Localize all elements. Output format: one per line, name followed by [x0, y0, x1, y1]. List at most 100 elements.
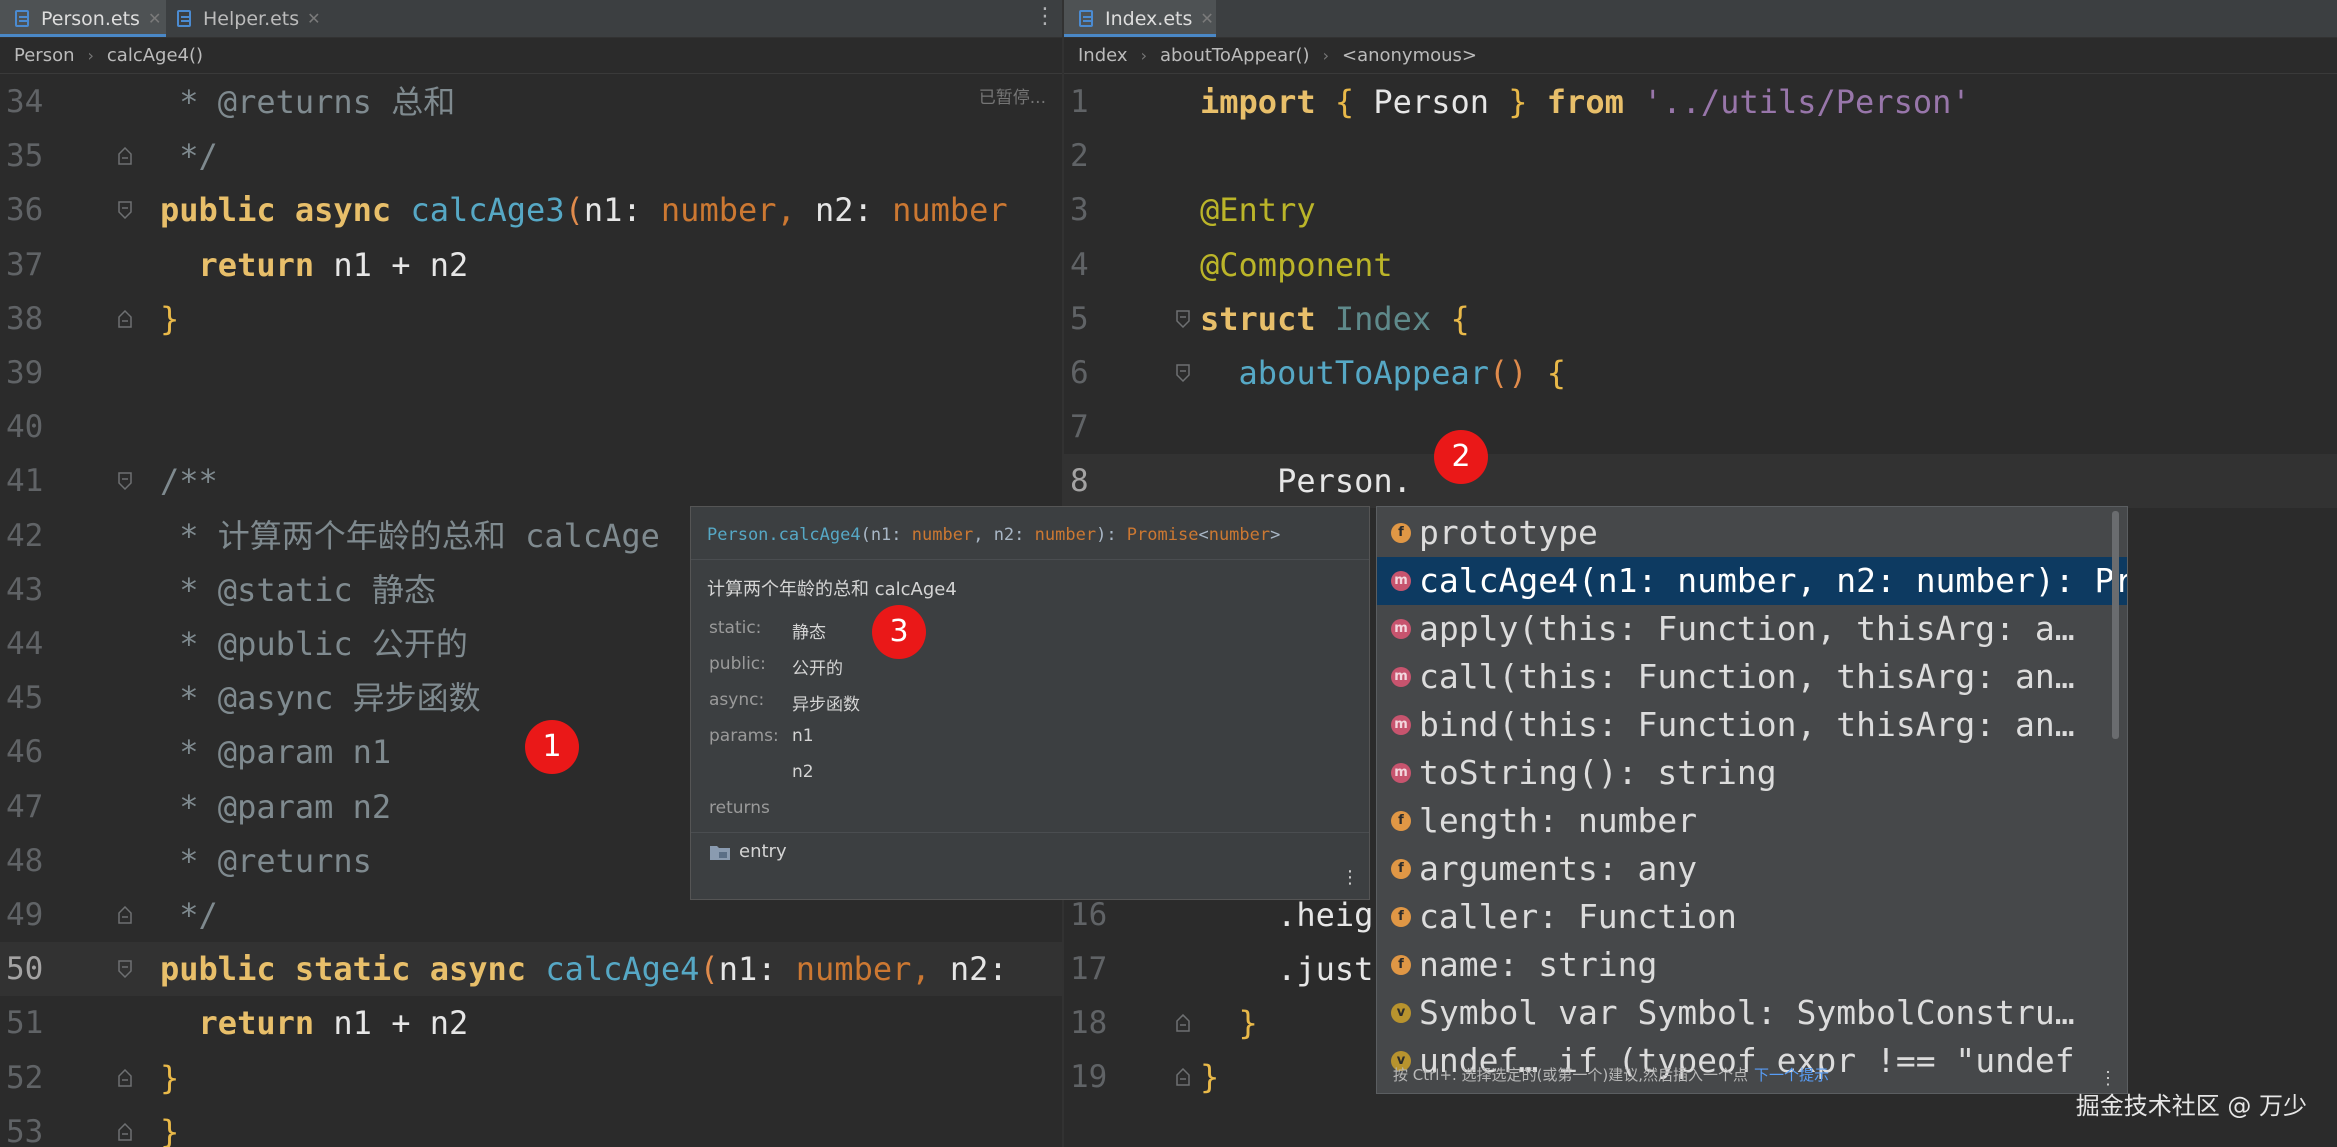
line-number[interactable]: 37: [6, 238, 66, 292]
tab-person-ets[interactable]: Person.ets ✕: [0, 0, 166, 37]
code-line[interactable]: 39: [0, 346, 1062, 400]
next-hint-link[interactable]: 下一个提示: [1754, 1066, 1829, 1084]
completion-item[interactable]: v Symbol var Symbol: SymbolConstru…: [1377, 989, 2127, 1037]
line-number[interactable]: 42: [6, 509, 66, 563]
line-number[interactable]: 19: [1070, 1050, 1130, 1104]
breadcrumb-item[interactable]: <anonymous>: [1342, 45, 1477, 66]
completion-text: call(this: Function, thisArg: an…: [1419, 657, 2075, 696]
completion-item[interactable]: f name: string: [1377, 941, 2127, 989]
code-line[interactable]: 5 struct Index {: [1064, 292, 2337, 346]
line-number[interactable]: 45: [6, 671, 66, 725]
line-number[interactable]: 48: [6, 834, 66, 888]
fold-collapse-icon[interactable]: [1176, 310, 1190, 328]
line-number[interactable]: 6: [1070, 346, 1130, 400]
completion-item[interactable]: f arguments: any: [1377, 845, 2127, 893]
code-line[interactable]: 35 */: [0, 129, 1062, 183]
line-number[interactable]: 40: [6, 400, 66, 454]
code-line[interactable]: 37 return n1 + n2: [0, 238, 1062, 292]
code-line[interactable]: 34 * @returns 总和: [0, 75, 1062, 129]
line-number[interactable]: 17: [1070, 942, 1130, 996]
line-number[interactable]: 52: [6, 1051, 66, 1105]
fold-end-icon[interactable]: [118, 1122, 132, 1141]
completion-item[interactable]: m calcAge4(n1: number, n2: number): Promi…: [1377, 557, 2127, 605]
completion-item[interactable]: m apply(this: Function, thisArg: a…: [1377, 605, 2127, 653]
code-line[interactable]: 41 /**: [0, 454, 1062, 508]
fold-end-icon[interactable]: [1176, 1014, 1190, 1032]
breadcrumb-item[interactable]: Index: [1078, 45, 1128, 66]
code-line[interactable]: 38}: [0, 292, 1062, 346]
code-line[interactable]: 6 aboutToAppear() {: [1064, 346, 2337, 400]
completion-item[interactable]: f prototype: [1377, 509, 2127, 557]
variable-icon: v: [1391, 1003, 1411, 1023]
code-text: public static async calcAge4(n1: number,…: [160, 950, 1008, 989]
code-line[interactable]: 50 public static async calcAge4(n1: numbe…: [0, 942, 1062, 997]
more-options-icon[interactable]: ⋮: [1034, 4, 1056, 30]
fold-end-icon[interactable]: [118, 1068, 132, 1087]
line-number[interactable]: 8: [1070, 454, 1130, 508]
completion-text: apply(this: Function, thisArg: a…: [1419, 609, 2075, 648]
code-text: return n1 + n2: [198, 1004, 469, 1043]
line-number[interactable]: 47: [6, 780, 66, 834]
line-number[interactable]: 34: [6, 75, 66, 129]
divider: [691, 559, 1369, 560]
code-line[interactable]: 36 public async calcAge3(n1: number, n2: …: [0, 183, 1062, 237]
line-number[interactable]: 38: [6, 292, 66, 346]
line-number[interactable]: 7: [1070, 400, 1130, 454]
doc-module[interactable]: entry: [709, 841, 787, 862]
line-number[interactable]: 1: [1070, 75, 1130, 129]
breadcrumb-item[interactable]: Person: [14, 45, 75, 66]
close-icon[interactable]: ✕: [148, 9, 161, 28]
fold-end-icon[interactable]: [1176, 1068, 1190, 1086]
completion-item[interactable]: m bind(this: Function, thisArg: an…: [1377, 701, 2127, 749]
line-number[interactable]: 18: [1070, 996, 1130, 1050]
fold-end-icon[interactable]: [118, 906, 132, 924]
fold-collapse-icon[interactable]: [118, 960, 132, 979]
completion-item[interactable]: m call(this: Function, thisArg: an…: [1377, 653, 2127, 701]
code-line[interactable]: 8 Person.: [1064, 454, 2337, 509]
fold-collapse-icon[interactable]: [1176, 364, 1190, 382]
close-icon[interactable]: ✕: [307, 9, 320, 28]
fold-collapse-icon[interactable]: [118, 201, 132, 220]
line-number[interactable]: 43: [6, 563, 66, 617]
code-line[interactable]: 51 return n1 + n2: [0, 996, 1062, 1050]
line-number[interactable]: 53: [6, 1105, 66, 1147]
breadcrumb-item[interactable]: aboutToAppear(): [1160, 45, 1310, 66]
code-line[interactable]: 52}: [0, 1051, 1062, 1105]
fold-collapse-icon[interactable]: [118, 472, 132, 491]
line-number[interactable]: 39: [6, 346, 66, 400]
fold-end-icon[interactable]: [118, 147, 132, 165]
module-name: entry: [739, 841, 787, 862]
doc-row-value: 公开的: [792, 659, 843, 679]
line-number[interactable]: 36: [6, 183, 66, 237]
completion-item[interactable]: f length: number: [1377, 797, 2127, 845]
code-line[interactable]: 3 @Entry: [1064, 183, 2337, 237]
code-line[interactable]: 4 @Component: [1064, 238, 2337, 292]
code-line[interactable]: 53}: [0, 1105, 1062, 1147]
scrollbar-thumb[interactable]: [2112, 511, 2119, 739]
line-number[interactable]: 46: [6, 725, 66, 779]
line-number[interactable]: 2: [1070, 129, 1130, 183]
line-number[interactable]: 41: [6, 454, 66, 508]
tab-helper-ets[interactable]: Helper.ets ✕: [166, 0, 336, 37]
line-number[interactable]: 51: [6, 996, 66, 1050]
line-number[interactable]: 44: [6, 617, 66, 671]
line-number[interactable]: 4: [1070, 238, 1130, 292]
line-number[interactable]: 3: [1070, 183, 1130, 237]
doc-row-label: params:: [709, 726, 779, 746]
more-options-icon[interactable]: ⋮: [1341, 867, 1359, 888]
completion-item[interactable]: m toString(): string: [1377, 749, 2127, 797]
code-line[interactable]: 40: [0, 400, 1062, 454]
breadcrumb-item[interactable]: calcAge4(): [107, 45, 203, 66]
line-number[interactable]: 50: [6, 942, 66, 996]
line-number[interactable]: 35: [6, 129, 66, 183]
completion-item[interactable]: f caller: Function: [1377, 893, 2127, 941]
code-line[interactable]: 2: [1064, 129, 2337, 183]
close-icon[interactable]: ✕: [1200, 9, 1213, 28]
line-number[interactable]: 49: [6, 888, 66, 942]
line-number[interactable]: 5: [1070, 292, 1130, 346]
method-icon: m: [1391, 667, 1411, 687]
code-line[interactable]: 1 import { Person } from '../utils/Person…: [1064, 75, 2337, 129]
fold-end-icon[interactable]: [118, 309, 132, 328]
code-line[interactable]: 7: [1064, 400, 2337, 454]
tab-index-ets[interactable]: Index.ets ✕: [1064, 0, 1216, 37]
